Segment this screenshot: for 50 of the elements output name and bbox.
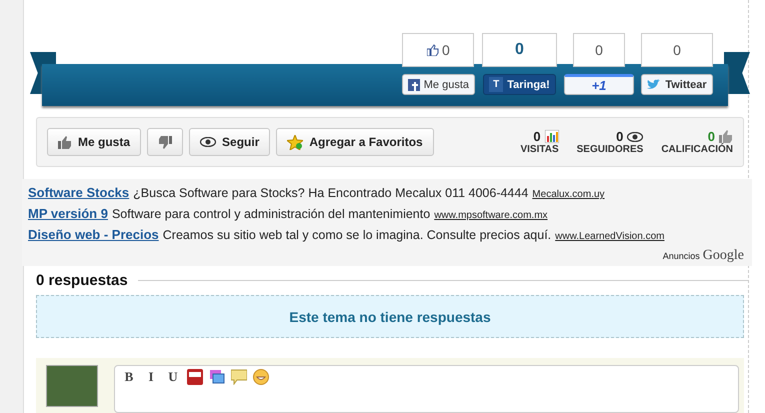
smiley-icon[interactable]: [253, 369, 269, 385]
eye-icon: [200, 137, 216, 148]
star-icon: [287, 134, 304, 150]
bar-chart-icon: [544, 130, 559, 144]
stat-label: SEGUIDORES: [576, 144, 644, 156]
reply-editor[interactable]: B I U: [114, 365, 739, 413]
image-icon[interactable]: [209, 369, 225, 385]
ad-url-link[interactable]: Mecalux.com.uy: [532, 189, 605, 200]
ad-url-link[interactable]: www.LearnedVision.com: [555, 231, 664, 242]
ad-title-link[interactable]: Diseño web - Precios: [28, 227, 159, 242]
stat-value: 0: [533, 129, 541, 144]
ad-text: Software para control y administración del mantenimiento: [112, 207, 430, 222]
share-count: 0: [573, 33, 625, 67]
share-button[interactable]: Me gusta: [402, 74, 475, 95]
stat-value: 0: [616, 129, 624, 144]
share-button[interactable]: +1: [564, 74, 634, 95]
bird-icon: [647, 79, 662, 90]
empty-replies-notice: Este tema no tiene respuestas: [36, 295, 744, 338]
thumbs-up-icon: [58, 136, 72, 149]
thumbs-down-icon: [158, 136, 172, 149]
ads-label: Anuncios: [662, 251, 700, 262]
share-button[interactable]: T Taringa!: [483, 74, 556, 95]
ad-title-link[interactable]: Software Stocks: [28, 185, 130, 200]
dislike-button[interactable]: [147, 128, 184, 156]
ad-title-link[interactable]: MP versión 9: [28, 206, 108, 222]
speech-bubble-icon[interactable]: [231, 369, 247, 385]
avatar-placeholder: [46, 365, 98, 407]
thumbs-up-icon: [719, 130, 733, 144]
format-button[interactable]: I: [143, 369, 159, 385]
stat-value: 0: [708, 129, 715, 144]
share-count: 0: [402, 33, 474, 67]
favorite-button[interactable]: Agregar a Favoritos: [276, 128, 434, 156]
follow-button[interactable]: Seguir: [189, 128, 270, 156]
share-button[interactable]: Twittear: [641, 74, 713, 95]
ad-url-link[interactable]: www.mpsoftware.com.mx: [434, 210, 548, 222]
ads-brand: Google: [702, 248, 744, 264]
stat-label: CALIFICACIÓN: [661, 144, 733, 156]
eye-icon: [627, 132, 644, 142]
ad-text: ¿Busca Software para Stocks? Ha Encontrado Mecalux 011 4006-4444: [133, 186, 528, 200]
format-button[interactable]: B: [121, 369, 137, 385]
like-button[interactable]: Me gusta: [47, 128, 142, 156]
share-count: 0: [482, 33, 557, 67]
ad-text: Creamos su sitio web tal y como se lo imagina. Consulte precios aquí.: [162, 228, 552, 242]
replies-heading: 0 respuestas: [36, 272, 128, 290]
share-count: 0: [641, 33, 713, 67]
video-icon[interactable]: [187, 369, 203, 385]
facebook-icon: [408, 78, 420, 90]
format-button[interactable]: U: [165, 369, 181, 385]
thumbs-up-icon: [426, 44, 439, 56]
stat-label: VISITAS: [520, 144, 559, 156]
